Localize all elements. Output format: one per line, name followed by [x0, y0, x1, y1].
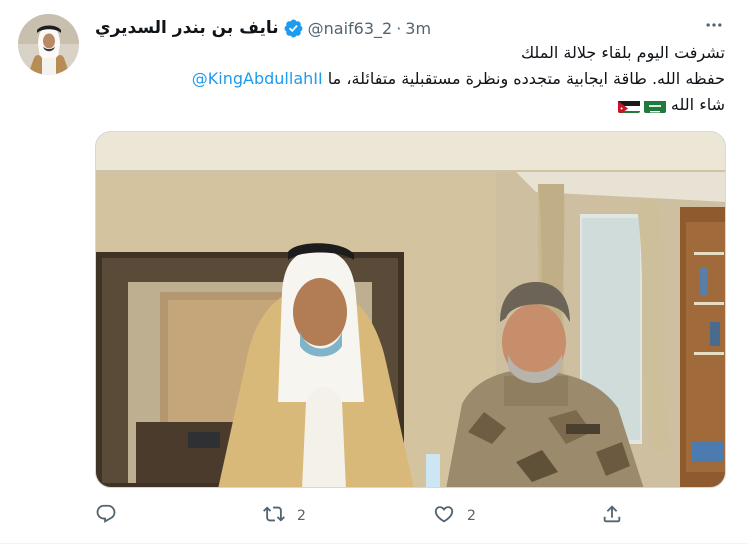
separator-dot: ·	[396, 18, 402, 38]
verified-badge-icon	[283, 18, 304, 39]
more-options-icon[interactable]	[703, 14, 725, 36]
tweet-text-line-3-body: شاء الله	[670, 95, 725, 114]
heart-icon	[433, 503, 455, 529]
flag-emojis	[617, 98, 666, 113]
avatar[interactable]	[18, 14, 79, 75]
saudi-flag-icon	[643, 98, 666, 113]
tweet-text: تشرفت اليوم بلقاء جلالة الملك حفظه الله.…	[95, 40, 725, 118]
timestamp[interactable]: 3m	[405, 19, 431, 38]
tweet-text-line-3: شاء الله	[95, 92, 725, 118]
tweet-photo[interactable]	[95, 131, 726, 488]
like-button[interactable]: 2	[433, 500, 476, 532]
tweet-text-line-1: تشرفت اليوم بلقاء جلالة الملك	[520, 43, 725, 62]
tweet-text-line-2: حفظه الله. طاقة ايجابية متجدده ونظرة مست…	[95, 66, 725, 92]
mention-link[interactable]: @KingAbdullahII	[192, 69, 323, 88]
retweet-count: 2	[297, 508, 306, 524]
jordan-flag-icon	[617, 98, 640, 113]
like-count: 2	[467, 508, 476, 524]
share-icon	[601, 503, 623, 529]
retweet-icon	[263, 503, 285, 529]
tweet[interactable]: نايف بن بندر السديري @naif63_2 · 3m تشرف…	[0, 0, 747, 544]
reply-button[interactable]	[95, 500, 129, 532]
reply-icon	[95, 503, 117, 529]
tweet-header: نايف بن بندر السديري @naif63_2 · 3m	[95, 16, 431, 40]
retweet-button[interactable]: 2	[263, 500, 306, 532]
author-handle[interactable]: @naif63_2	[308, 19, 393, 38]
share-button[interactable]	[601, 500, 635, 532]
tweet-text-line-2-body: حفظه الله. طاقة ايجابية متجدده ونظرة مست…	[327, 69, 725, 88]
author-display-name[interactable]: نايف بن بندر السديري	[95, 18, 279, 38]
tweet-actions: 2 2	[95, 500, 655, 532]
